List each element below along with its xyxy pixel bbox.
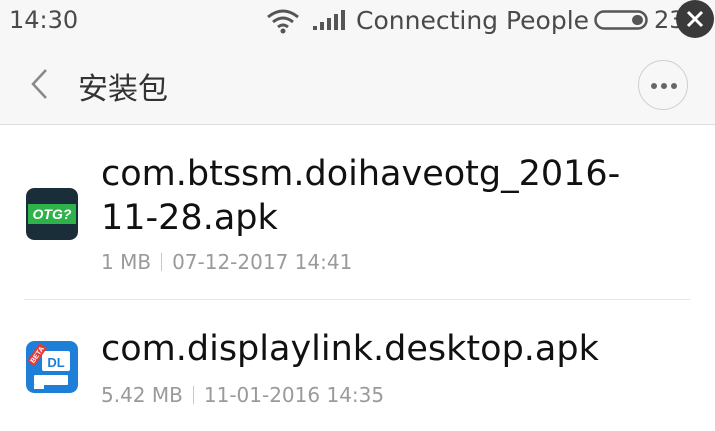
file-size: 5.42 MB bbox=[101, 383, 183, 407]
meta-divider bbox=[161, 253, 163, 271]
signal-icon bbox=[313, 10, 345, 30]
file-date: 07-12-2017 14:41 bbox=[172, 250, 353, 274]
file-date: 11-01-2016 14:35 bbox=[203, 383, 385, 407]
file-meta: 1 MB 07-12-2017 14:41 bbox=[101, 250, 352, 274]
displaylink-app-icon: DL BETA bbox=[26, 341, 78, 393]
list-item[interactable]: DL BETA com.displaylink.desktop.apk 5.42… bbox=[0, 301, 715, 431]
svg-text:DL: DL bbox=[47, 355, 64, 370]
page-title: 安装包 bbox=[78, 72, 168, 107]
more-button[interactable] bbox=[638, 60, 688, 110]
back-button[interactable] bbox=[22, 66, 58, 102]
file-name: com.displaylink.desktop.apk bbox=[101, 329, 599, 369]
close-button[interactable] bbox=[676, 0, 714, 38]
wifi-icon bbox=[267, 9, 299, 34]
file-size: 1 MB bbox=[101, 250, 152, 274]
meta-divider bbox=[192, 386, 194, 404]
svg-text:OTG?: OTG? bbox=[33, 206, 72, 222]
list-divider bbox=[24, 299, 690, 300]
battery-icon bbox=[594, 10, 648, 30]
otg-app-icon: OTG? bbox=[26, 188, 78, 240]
status-time: 14:30 bbox=[9, 6, 79, 34]
list-item[interactable]: OTG? com.btssm.doihaveotg_2016-11-28.apk… bbox=[0, 126, 715, 300]
close-icon bbox=[686, 10, 704, 28]
file-meta: 5.42 MB 11-01-2016 14:35 bbox=[101, 383, 384, 407]
top-bar: 14:30 Connecting People 23 安装包 bbox=[0, 0, 715, 125]
carrier-name: Connecting People bbox=[356, 6, 590, 35]
more-icon bbox=[651, 83, 677, 89]
chevron-left-icon bbox=[31, 69, 47, 99]
file-name: com.btssm.doihaveotg_2016-11-28.apk bbox=[101, 154, 621, 238]
